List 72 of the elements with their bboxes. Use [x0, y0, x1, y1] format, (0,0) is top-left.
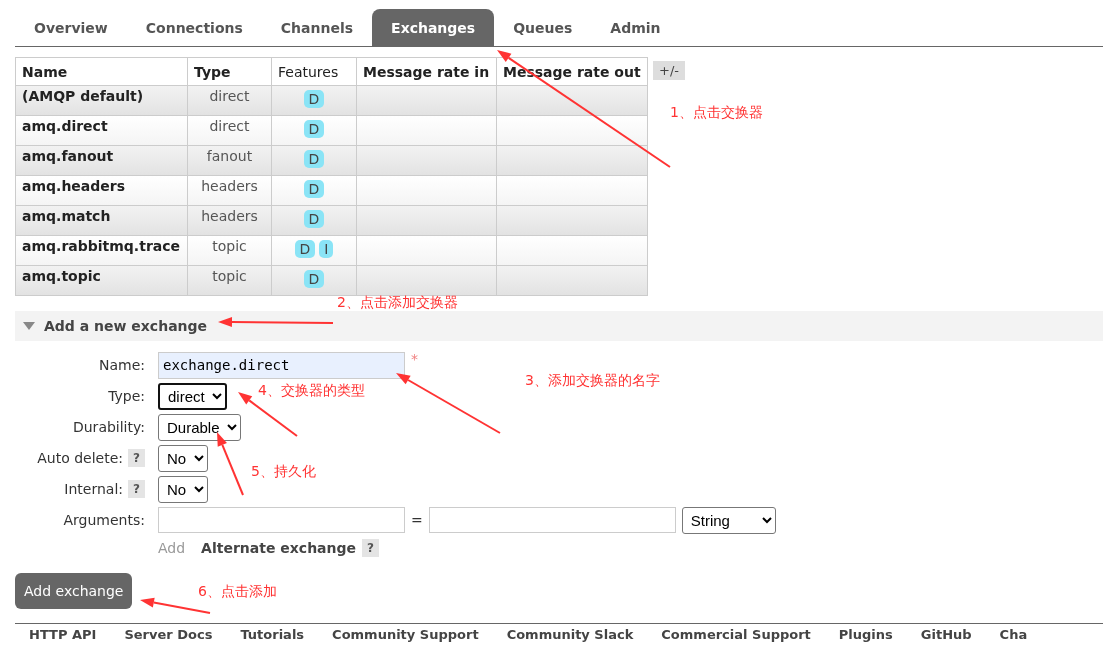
- help-button[interactable]: ?: [362, 539, 379, 557]
- feature-badge: D: [303, 180, 325, 198]
- footer-link[interactable]: Tutorials: [240, 627, 305, 642]
- exchange-name[interactable]: (AMQP default): [22, 88, 144, 104]
- feature-badge: D: [303, 120, 325, 138]
- dropdown[interactable]: direct: [158, 382, 227, 410]
- section-header[interactable]: Add a new exchange: [15, 311, 1103, 341]
- exchange-type: topic: [212, 238, 247, 254]
- nav-tab[interactable]: Channels: [261, 9, 373, 46]
- feature-badge: D: [303, 90, 325, 108]
- exchange-name[interactable]: amq.headers: [22, 178, 126, 194]
- field-label: Name:: [98, 357, 145, 373]
- help-button[interactable]: ?: [128, 480, 145, 498]
- equals-sign: =: [411, 512, 423, 528]
- footer-link[interactable]: Community Slack: [506, 627, 634, 642]
- dropdown[interactable]: No: [158, 444, 208, 472]
- footer-link[interactable]: Commercial Support: [661, 627, 811, 642]
- exchange-type: direct: [209, 88, 250, 104]
- annotation-note: 2、点击添加交换器: [337, 294, 458, 312]
- exchange-name[interactable]: amq.rabbitmq.trace: [22, 238, 181, 254]
- field-label: Type:: [108, 388, 145, 404]
- footer-link[interactable]: Server Docs: [124, 627, 213, 642]
- column-header: Message rate in: [356, 57, 497, 86]
- annotation-note: 1、点击交换器: [670, 104, 763, 122]
- annotation-note: 6、点击添加: [198, 583, 277, 601]
- column-header: Features: [271, 57, 357, 86]
- nav-tab[interactable]: Admin: [591, 9, 680, 46]
- column-header: Type: [187, 57, 272, 86]
- footer-link[interactable]: GitHub: [920, 627, 972, 642]
- field-label: Internal:: [64, 481, 124, 497]
- nav-tab[interactable]: Queues: [494, 9, 592, 46]
- exchange-type: fanout: [206, 148, 253, 164]
- field-label: Arguments:: [63, 512, 145, 528]
- section-title: Add a new exchange: [44, 318, 208, 334]
- field-label: Durability:: [72, 419, 145, 435]
- argument-value-field[interactable]: [428, 507, 676, 533]
- annotation-note: 4、交换器的类型: [258, 382, 365, 400]
- feature-badge: D: [303, 270, 325, 288]
- columns-toggle-button[interactable]: +/-: [653, 61, 685, 80]
- annotation-note: 3、添加交换器的名字: [525, 372, 660, 390]
- footer-link[interactable]: Community Support: [332, 627, 479, 642]
- exchange-name[interactable]: amq.topic: [22, 268, 101, 284]
- exchange-name[interactable]: amq.fanout: [22, 148, 114, 164]
- exchange-type: direct: [209, 118, 250, 134]
- argument-key-field[interactable]: [158, 507, 405, 533]
- exchange-type: headers: [201, 178, 258, 194]
- name-field[interactable]: exchange.direct: [158, 351, 405, 379]
- feature-badge: D: [303, 210, 325, 228]
- exchange-type: topic: [212, 268, 247, 284]
- exchange-name[interactable]: amq.direct: [22, 118, 108, 134]
- dropdown[interactable]: No: [158, 475, 208, 503]
- column-header: Name: [15, 57, 188, 86]
- feature-badge: D: [294, 240, 316, 258]
- help-button[interactable]: ?: [128, 449, 145, 467]
- argument-type-dropdown[interactable]: String: [681, 506, 776, 534]
- alternate-exchange-label: Alternate exchange: [201, 540, 357, 556]
- nav-tab[interactable]: Overview: [15, 9, 127, 46]
- exchange-name[interactable]: amq.match: [22, 208, 111, 224]
- exchange-type: headers: [201, 208, 258, 224]
- dropdown[interactable]: Durable: [158, 413, 241, 441]
- footer-link[interactable]: Plugins: [838, 627, 893, 642]
- feature-badge: D: [303, 150, 325, 168]
- annotation-note: 5、持久化: [251, 463, 316, 481]
- add-exchange-button[interactable]: Add exchange: [15, 573, 133, 609]
- footer-link[interactable]: Cha: [999, 627, 1028, 642]
- footer-link[interactable]: HTTP API: [29, 627, 97, 642]
- arrow: [140, 597, 211, 614]
- nav-tab[interactable]: Exchanges: [372, 9, 495, 46]
- required-mark: *: [411, 351, 418, 367]
- field-label: Auto delete:: [37, 450, 124, 466]
- feature-badge: I: [319, 240, 334, 258]
- nav-tab[interactable]: Connections: [126, 9, 262, 46]
